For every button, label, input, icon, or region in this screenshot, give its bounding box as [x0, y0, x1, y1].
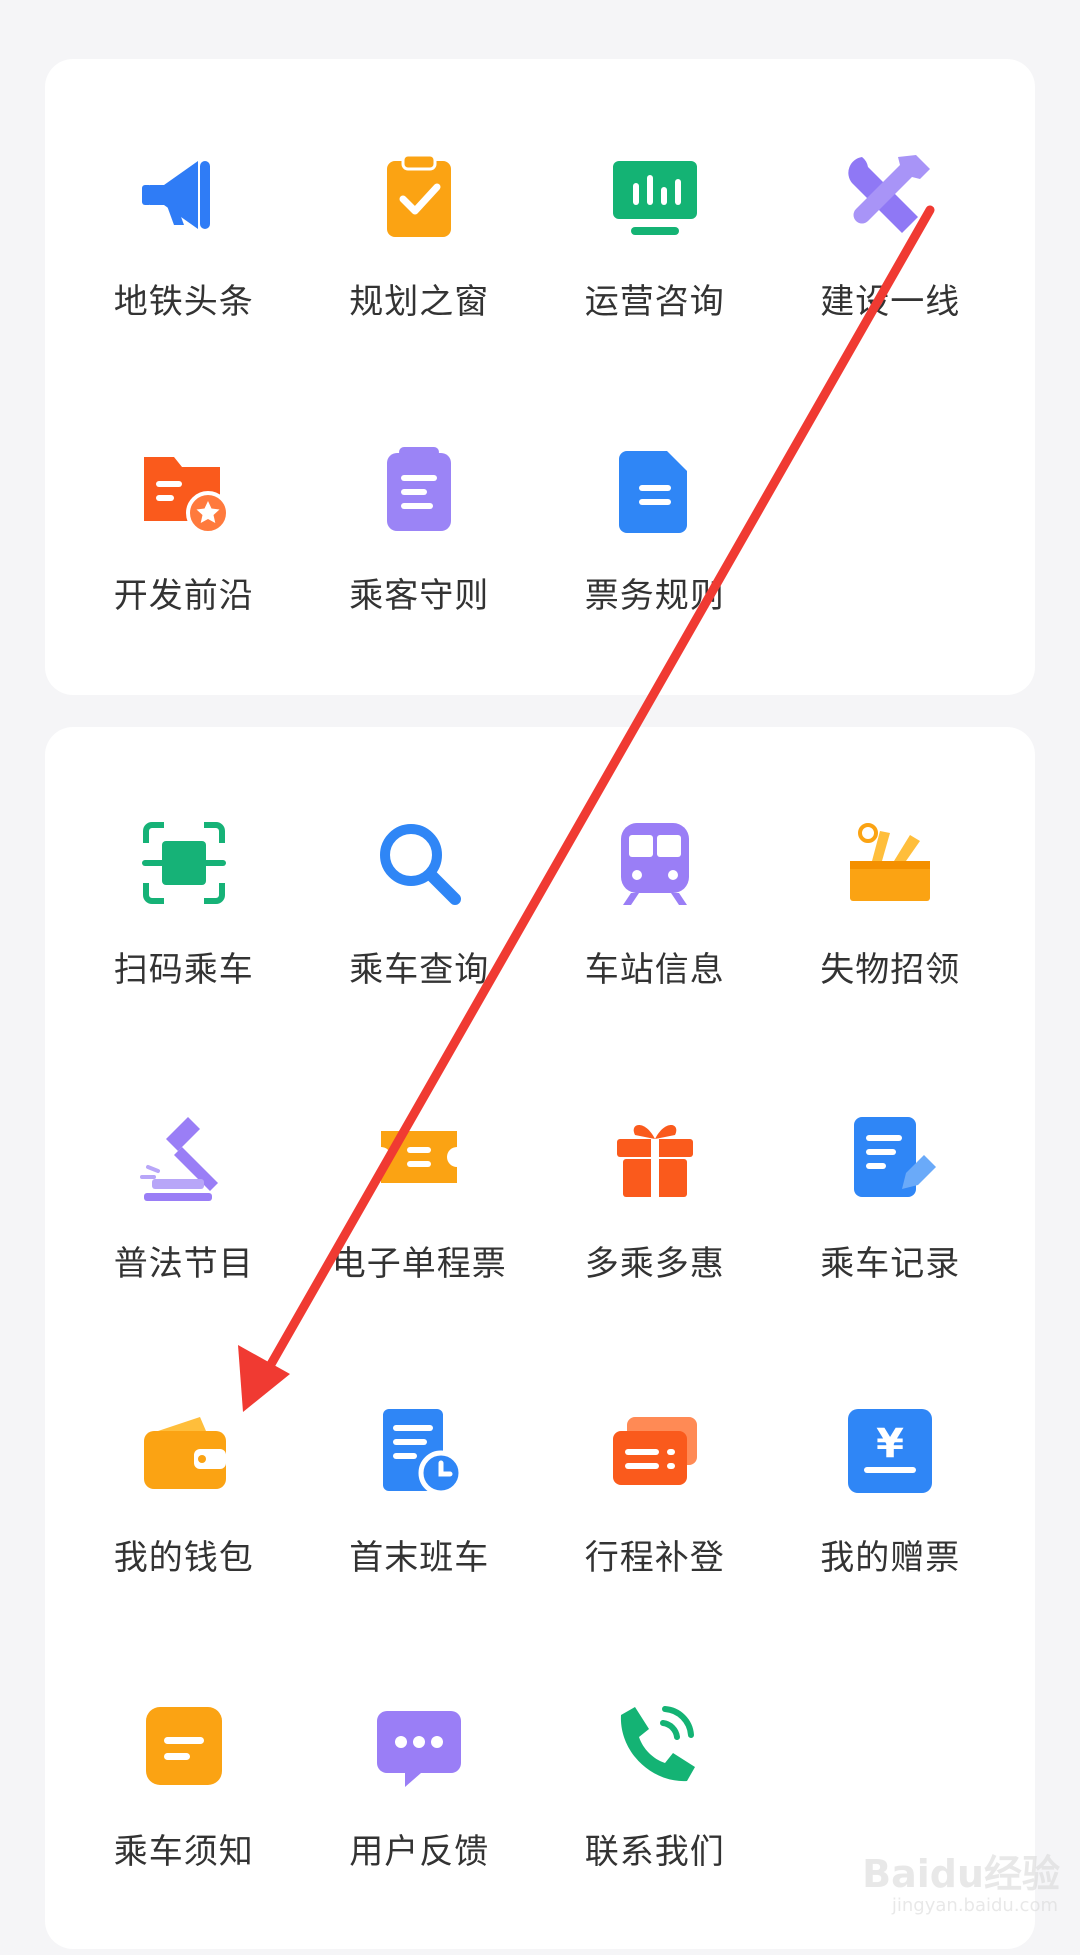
menu-item-scan-ride[interactable]: 扫码乘车 [66, 727, 302, 1021]
menu-item-development[interactable]: 开发前沿 [66, 353, 302, 647]
menu-item-label: 电子单程票 [331, 1244, 507, 1284]
watermark-url: jingyan.baidu.com [891, 1895, 1058, 1916]
lost-box-icon [842, 815, 938, 911]
menu-item-label: 乘客守则 [349, 576, 490, 616]
menu-item-lost-found[interactable]: 失物招领 [773, 727, 1009, 1021]
menu-item-label: 票务规则 [584, 576, 725, 616]
notes-icon [371, 441, 467, 537]
menu-item-user-feedback[interactable]: 用户反馈 [302, 1609, 538, 1903]
gavel-icon [136, 1109, 232, 1205]
record-edit-icon [842, 1109, 938, 1205]
menu-item-label: 开发前沿 [113, 576, 254, 616]
menu-item-construction[interactable]: 建设一线 [773, 59, 1009, 353]
search-icon [371, 815, 467, 911]
menu-item-trip-supplement[interactable]: 行程补登 [537, 1315, 773, 1609]
menu-item-label: 乘车记录 [820, 1244, 961, 1284]
svg-text:¥: ¥ [876, 1421, 904, 1467]
phone-icon [607, 1697, 703, 1793]
menu-item-passenger-rules[interactable]: 乘客守则 [302, 353, 538, 647]
menu-item-label: 地铁头条 [113, 282, 254, 322]
menu-item-label: 扫码乘车 [113, 950, 254, 990]
menu-item-label: 我的赠票 [820, 1538, 961, 1578]
watermark-logo: Baidu经验 [862, 1852, 1060, 1896]
menu-item-first-last-train[interactable]: 首末班车 [302, 1315, 538, 1609]
menu-item-label: 失物招领 [820, 950, 961, 990]
menu-item-metro-news[interactable]: 地铁头条 [66, 59, 302, 353]
menu-item-label: 乘车须知 [113, 1832, 254, 1872]
menu-item-label: 首末班车 [349, 1538, 490, 1578]
ticket-icon [371, 1109, 467, 1205]
yen-ticket-icon: ¥ [842, 1403, 938, 1499]
menu-item-ride-query[interactable]: 乘车查询 [302, 727, 538, 1021]
chat-bubble-icon [371, 1697, 467, 1793]
menu-item-label: 建设一线 [820, 282, 961, 322]
menu-item-planning[interactable]: 规划之窗 [302, 59, 538, 353]
menu-item-label: 普法节目 [113, 1244, 254, 1284]
notice-icon [136, 1697, 232, 1793]
menu-item-ride-notice[interactable]: 乘车须知 [66, 1609, 302, 1903]
menu-item-ticket-rules[interactable]: 票务规则 [537, 353, 773, 647]
news-menu-card: 地铁头条 规划之窗 运营咨询 建设一线 开发前沿 乘客守则 票务规则 [45, 59, 1035, 695]
menu-item-my-wallet[interactable]: 我的钱包 [66, 1315, 302, 1609]
cards-icon [607, 1403, 703, 1499]
folder-star-icon [136, 441, 232, 537]
menu-item-label: 我的钱包 [113, 1538, 254, 1578]
menu-item-law-program[interactable]: 普法节目 [66, 1021, 302, 1315]
menu-item-label: 运营咨询 [584, 282, 725, 322]
baidu-jingyan-watermark: Baidu经验 jingyan.baidu.com [848, 1843, 1068, 1933]
menu-item-my-gift-ticket[interactable]: ¥ 我的赠票 [773, 1315, 1009, 1609]
menu-item-label: 规划之窗 [349, 282, 490, 322]
menu-item-label: 车站信息 [584, 950, 725, 990]
menu-item-label: 用户反馈 [349, 1832, 490, 1872]
menu-item-label: 联系我们 [584, 1832, 725, 1872]
scan-icon [136, 815, 232, 911]
services-menu-card: 扫码乘车 乘车查询 车站信息 失物招领 普法节目 电子单程票 多乘多惠 乘车记录… [45, 727, 1035, 1949]
clipboard-check-icon [371, 147, 467, 243]
menu-item-contact-us[interactable]: 联系我们 [537, 1609, 773, 1903]
menu-item-ride-records[interactable]: 乘车记录 [773, 1021, 1009, 1315]
menu-item-label: 乘车查询 [349, 950, 490, 990]
gift-icon [607, 1109, 703, 1205]
schedule-clock-icon [371, 1403, 467, 1499]
document-icon [607, 441, 703, 537]
menu-item-e-ticket[interactable]: 电子单程票 [302, 1021, 538, 1315]
train-icon [607, 815, 703, 911]
menu-item-label: 多乘多惠 [584, 1244, 725, 1284]
menu-item-operations-consult[interactable]: 运营咨询 [537, 59, 773, 353]
megaphone-icon [136, 147, 232, 243]
menu-item-label: 行程补登 [584, 1538, 725, 1578]
monitor-chart-icon [607, 147, 703, 243]
wallet-icon [136, 1403, 232, 1499]
menu-item-station-info[interactable]: 车站信息 [537, 727, 773, 1021]
menu-item-multi-ride-discount[interactable]: 多乘多惠 [537, 1021, 773, 1315]
tools-icon [842, 147, 938, 243]
